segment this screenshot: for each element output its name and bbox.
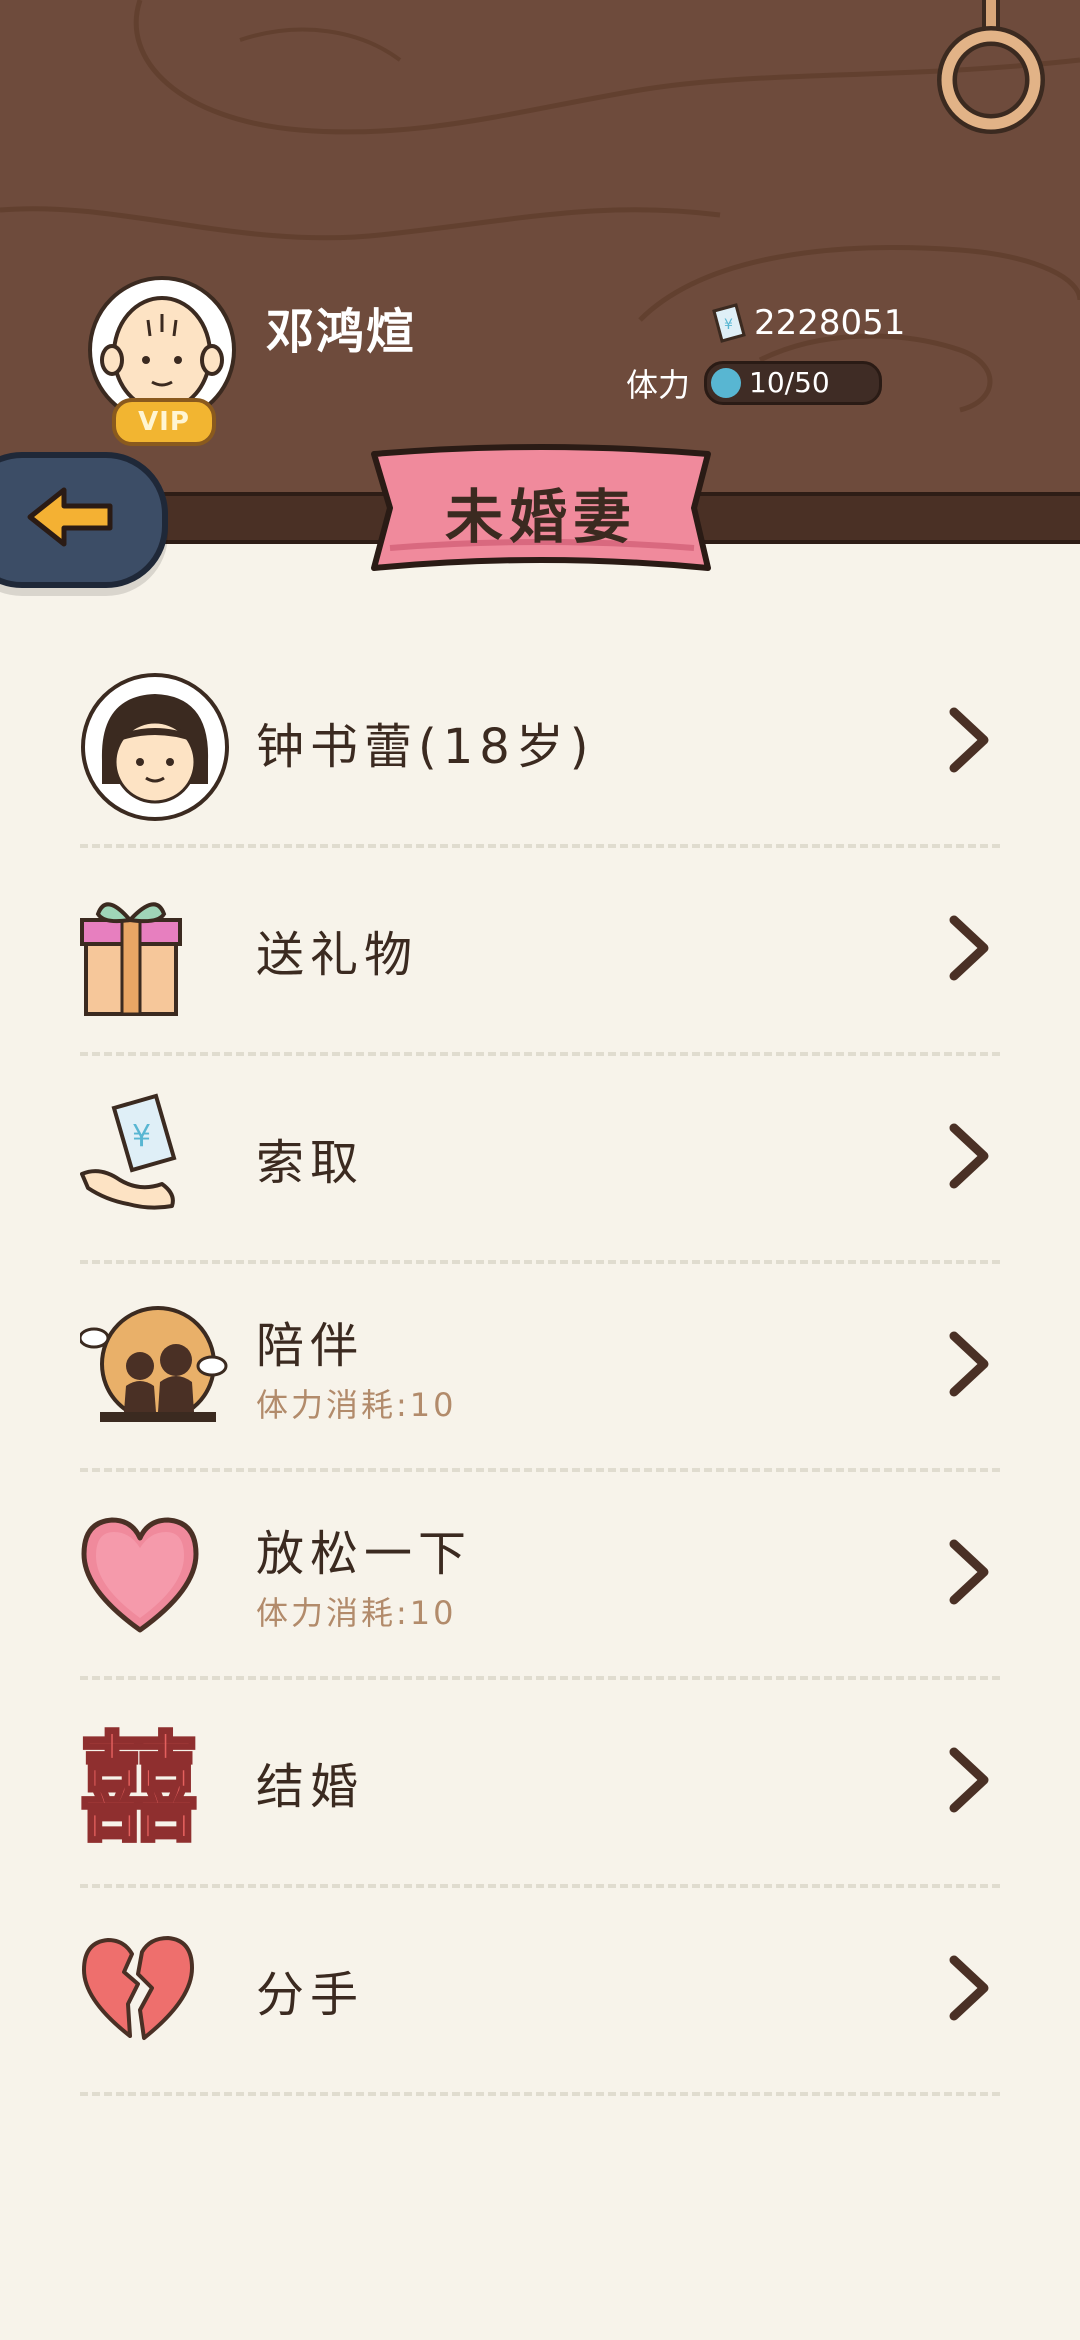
fiancee-avatar-icon [80, 672, 230, 822]
player-name: 邓鸿煊 [266, 304, 417, 360]
page-title: 未婚妻 [444, 483, 637, 551]
action-list: 钟书蕾(18岁) 送礼物 ¥ 索取 陪伴 体力消耗:10 放松一下 体力消耗:1… [78, 640, 1000, 2096]
list-item-label: 分手 [256, 1967, 365, 2023]
svg-text:¥: ¥ [724, 317, 733, 333]
list-item-send-gift[interactable]: 送礼物 [80, 848, 1000, 1056]
stamina-display: 体力 10/50 [626, 360, 883, 406]
money-value: 2228051 [754, 303, 906, 343]
svg-text:囍: 囍 [80, 1720, 198, 1858]
list-item-marry[interactable]: 囍 结婚 [79, 1680, 1000, 1888]
chevron-right-icon [949, 1123, 989, 1189]
list-item-label: 放松一下 [256, 1526, 473, 1582]
list-item-label: 索取 [256, 1135, 365, 1191]
list-item-breakup[interactable]: 分手 [80, 1888, 1000, 2096]
player-avatar[interactable]: VIP [88, 276, 236, 446]
double-happiness-icon: 囍 [79, 1712, 230, 1862]
list-item-label: 送礼物 [256, 927, 419, 983]
stamina-bar: 10/50 [704, 361, 883, 405]
heart-icon [80, 1504, 230, 1654]
list-item-label: 钟书蕾(18岁) [256, 719, 595, 775]
chevron-right-icon [949, 707, 989, 773]
chevron-right-icon [949, 1747, 989, 1813]
stamina-value: 10/50 [749, 366, 830, 399]
broken-heart-icon [80, 1920, 230, 2070]
list-item-companion[interactable]: 陪伴 体力消耗:10 [78, 1264, 1000, 1472]
wood-header: VIP 邓鸿煊 ¥ 2228051 体力 10/50 [0, 0, 1080, 500]
chevron-right-icon [949, 1331, 989, 1397]
vip-badge: VIP [112, 398, 216, 446]
list-item-label: 陪伴 [256, 1318, 365, 1374]
list-item-label: 结婚 [256, 1759, 365, 1815]
banknote-icon: ¥ [712, 303, 746, 343]
back-arrow-icon [27, 487, 113, 547]
list-item-ask-money[interactable]: ¥ 索取 [80, 1056, 1000, 1264]
stamina-label: 体力 [626, 366, 691, 404]
title-banner: 未婚妻 [368, 440, 714, 584]
companion-icon [78, 1296, 230, 1446]
chevron-right-icon [949, 915, 989, 981]
list-item-fiancee[interactable]: 钟书蕾(18岁) [80, 640, 1000, 848]
money-hand-icon: ¥ [80, 1088, 230, 1238]
list-item-relax[interactable]: 放松一下 体力消耗:10 [80, 1472, 1000, 1680]
chevron-right-icon [949, 1955, 989, 2021]
hanging-ring-icon[interactable] [936, 0, 1046, 140]
money-display: ¥ 2228051 [708, 298, 905, 348]
stamina-cost-text: 体力消耗:10 [256, 1594, 457, 1632]
back-button[interactable] [0, 452, 168, 588]
stamina-dot-icon [711, 368, 742, 398]
chevron-right-icon [949, 1539, 989, 1605]
svg-text:¥: ¥ [132, 1119, 151, 1154]
gift-icon [80, 880, 230, 1030]
stamina-cost-text: 体力消耗:10 [256, 1386, 457, 1424]
